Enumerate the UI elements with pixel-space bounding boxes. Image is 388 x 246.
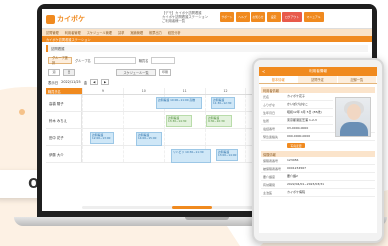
info-key: 住所 xyxy=(263,118,270,123)
info-key: 生年月日 xyxy=(263,110,276,115)
tab-records[interactable]: 記録一覧 xyxy=(337,76,377,83)
hour-label: 9 xyxy=(82,88,123,94)
avatar-face xyxy=(347,104,361,120)
user-photo xyxy=(335,97,371,137)
group-select-label[interactable]: グループ選択 xyxy=(48,56,72,65)
back-arrow-icon[interactable]: < xyxy=(262,69,265,74)
tab-basic-info[interactable]: 基本情報 xyxy=(259,76,299,83)
print-button[interactable]: 印刷 xyxy=(159,68,171,76)
nav-item[interactable]: 訪問管理 xyxy=(46,30,59,35)
scroll-thumb[interactable] xyxy=(172,206,212,209)
nav-item[interactable]: 請求 xyxy=(118,30,124,35)
laptop-notch xyxy=(185,217,229,220)
header-button-manual[interactable]: マニュアル xyxy=(303,12,324,22)
date-value[interactable]: 2022/11/25 xyxy=(61,80,81,84)
appointment-block[interactable]: 訪問看護 10:00~11:00 高橋 xyxy=(156,97,202,109)
day-toggle[interactable]: 日 xyxy=(63,68,75,76)
staff-name[interactable]: 田中 花子 xyxy=(46,129,82,145)
staff-name[interactable]: 高橋 陽子 xyxy=(46,95,82,111)
staff-select[interactable] xyxy=(151,56,176,64)
tablet-tabs: 基本情報 訪問予定 記録一覧 xyxy=(259,76,377,84)
header-button-help[interactable]: ヘルプ xyxy=(235,12,250,22)
info-row: 被保険者番号 0001234567 xyxy=(261,165,375,173)
header-button-support[interactable]: サポート xyxy=(220,12,234,22)
info-row: 氏名 カイポケ花子 xyxy=(261,93,333,101)
app-logo[interactable]: カイポケ xyxy=(46,14,85,24)
tablet-screen: < 利用者情報 基本情報 訪問予定 記録一覧 利用者情報 氏名 カイポケ花子 ふ… xyxy=(259,67,377,233)
appointment-block[interactable]: 訪問看護 11:30~12:30 xyxy=(211,97,235,109)
header-button-settings[interactable]: 設定 xyxy=(266,12,281,22)
info-key: 有効期間 xyxy=(263,182,276,187)
tab-visit-schedule[interactable]: 訪問予定 xyxy=(298,76,338,83)
tablet-device: < 利用者情報 基本情報 訪問予定 記録一覧 利用者情報 氏名 カイポケ花子 ふ… xyxy=(252,58,384,243)
hour-label: 11 xyxy=(163,88,205,94)
prev-day-button[interactable]: ◀ xyxy=(90,79,99,85)
hour-label: 12 xyxy=(204,88,246,94)
info-value: 要介護2 xyxy=(287,173,298,178)
info-row: 要介護度 要介護2 xyxy=(261,173,375,181)
header-buttons: サポート ヘルプ お知らせ 設定 ログアウト マニュアル xyxy=(220,12,324,22)
nav-item[interactable]: 利用者管理 xyxy=(65,30,81,35)
info-key: 氏名 xyxy=(263,94,270,99)
main-nav: 訪問管理 利用者管理 スケジュール管理 請求 実績管理 帳票出力 経営分析 xyxy=(42,29,372,36)
header-button-news[interactable]: お知らせ xyxy=(251,12,265,22)
grid-header-name: 職員氏名 xyxy=(46,88,82,94)
schedule-list-button[interactable]: スケジュール一覧 xyxy=(116,68,156,76)
info-value: 0001234567 xyxy=(287,165,307,170)
header-button-logout[interactable]: ログアウト xyxy=(282,12,302,22)
staff-label: 職員名 xyxy=(138,58,149,63)
info-value: 123456 xyxy=(287,157,299,162)
appointment-block[interactable]: 訪問看護 14:00~15:00 xyxy=(136,132,162,146)
info-row: 住所 東京都港区芝浦 1-2-3 xyxy=(261,117,333,125)
header-info-line: ご利用者様一覧 xyxy=(162,19,186,23)
info-value: かいぽけはなこ xyxy=(287,101,309,106)
info-key: 主治医 xyxy=(263,190,273,195)
photo-change-button[interactable]: 写真変更 xyxy=(287,143,305,148)
appointment-block[interactable]: 訪問看護 12:00~13:00 xyxy=(90,132,114,144)
info-value: カイポケ花子 xyxy=(287,93,306,98)
tablet-top-bar: < 利用者情報 xyxy=(259,67,377,76)
nav-item[interactable]: 実績管理 xyxy=(130,30,143,35)
tablet-title: 利用者情報 xyxy=(309,69,327,73)
info-row: 生年月日 昭和12年 4月 5日 (85歳) xyxy=(261,109,333,117)
info-row: 主治医 カイポケ病院 xyxy=(261,189,375,197)
appointment-block[interactable]: リハビリ 10:30~11:30 xyxy=(171,149,211,163)
info-value: 東京都港区芝浦 1-2-3 xyxy=(287,117,317,122)
date-label: 表示日 xyxy=(48,80,59,85)
info-row: ふりがな かいぽけはなこ xyxy=(261,101,333,109)
app-header: カイポケ 【デモ】カイポケ訪問看護 カイポケ訪問看護ステーション ご利用者様一覧… xyxy=(42,9,372,29)
header-info: 【デモ】カイポケ訪問看護 カイポケ訪問看護ステーション ご利用者様一覧 xyxy=(162,11,216,23)
office-name: カイポケ訪問看護ステーション xyxy=(46,37,91,42)
staff-name[interactable]: 伊藤 大介 xyxy=(46,146,82,162)
info-row: 保険者番号 123456 xyxy=(261,157,375,165)
info-key: ふりがな xyxy=(263,102,276,107)
info-row: 有効期間 2022/04/01~2023/03/31 xyxy=(261,181,375,189)
logo-icon xyxy=(46,14,55,24)
nav-item[interactable]: 帳票出力 xyxy=(149,30,162,35)
nav-item[interactable]: スケジュール管理 xyxy=(87,30,112,35)
info-key: 電話番号 xyxy=(263,126,276,131)
info-value: カイポケ病院 xyxy=(287,189,306,194)
week-toggle[interactable]: 週 xyxy=(48,68,60,76)
staff-name[interactable]: 鈴木 みちえ xyxy=(46,112,82,128)
group-select[interactable] xyxy=(93,56,136,64)
panel-title: 訪問看護 xyxy=(46,45,368,52)
info-key: 要介護度 xyxy=(263,174,276,179)
info-value: 昭和12年 4月 5日 (85歳) xyxy=(287,109,322,114)
info-key: 緊急連絡先 xyxy=(263,134,279,139)
next-day-button[interactable]: ▶ xyxy=(101,79,110,85)
nav-item[interactable]: 経営分析 xyxy=(168,30,181,35)
appointment-block[interactable]: 訪問看護 13:00~14:00 xyxy=(216,149,238,161)
info-key: 保険者番号 xyxy=(263,158,279,163)
avatar-body xyxy=(340,122,368,136)
appointment-block[interactable]: 訪問看護 9:30~10:30 xyxy=(206,115,232,127)
group-name: グループ名 xyxy=(75,58,91,63)
info-key: 被保険者番号 xyxy=(263,166,282,171)
hour-label: 10 xyxy=(122,88,164,94)
office-bar: カイポケ訪問看護ステーション xyxy=(42,36,372,42)
weekday-label: 金 xyxy=(83,80,88,85)
info-value: 2022/04/01~2023/03/31 xyxy=(287,181,325,186)
appointment-block[interactable]: 訪問看護 13:30~14:30 xyxy=(166,115,192,127)
logo-text: カイポケ xyxy=(57,15,85,23)
